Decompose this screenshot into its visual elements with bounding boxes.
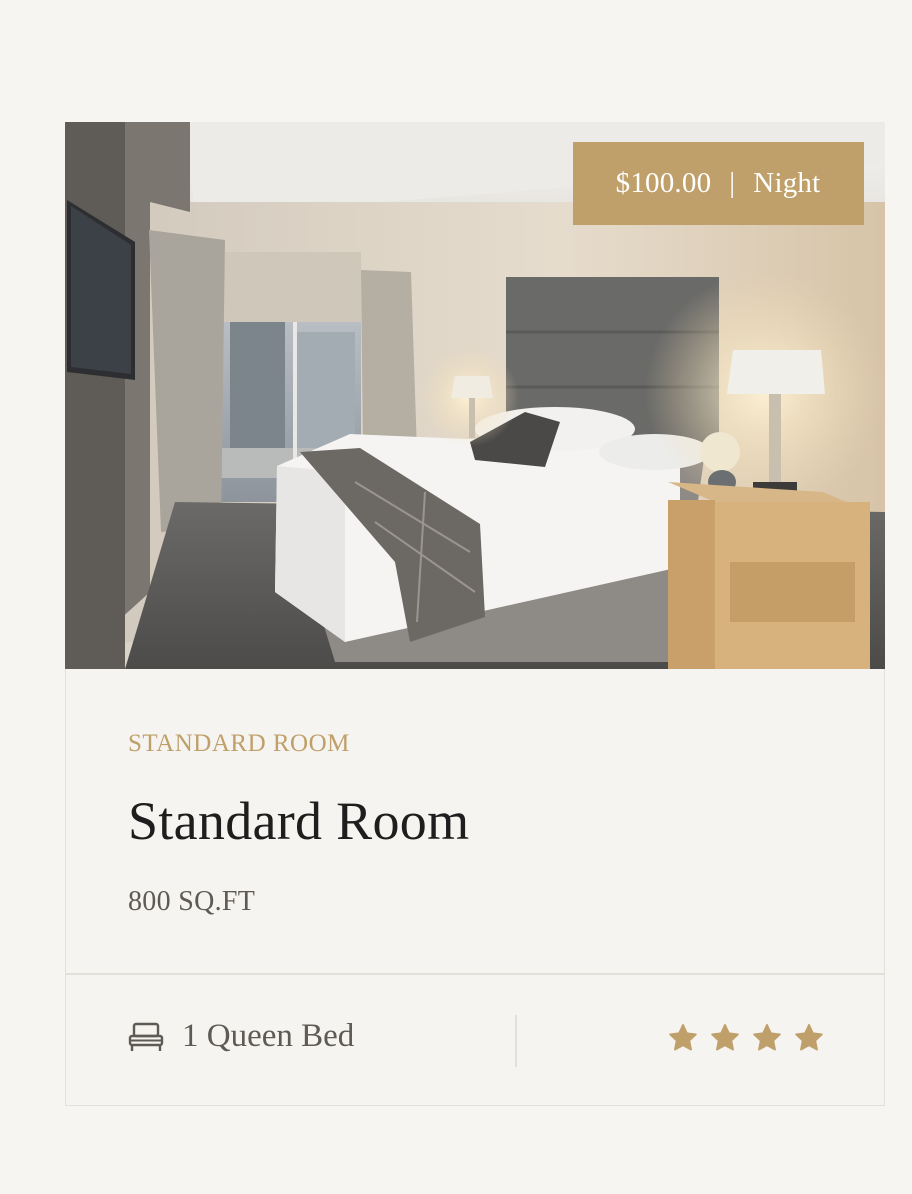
room-card[interactable]: $100.00 | Night STANDARD ROOM Standard R… [64, 121, 885, 1106]
star-rating [668, 1023, 824, 1053]
room-title[interactable]: Standard Room [128, 794, 844, 848]
room-size: 800 SQ.FT [128, 886, 256, 917]
room-category: STANDARD ROOM [128, 730, 350, 757]
bed-icon [128, 1022, 164, 1051]
star-icon [711, 1024, 739, 1051]
price-amount: $100.00 [615, 166, 712, 199]
room-photo[interactable]: $100.00 | Night [64, 121, 885, 669]
price-unit: Night [753, 166, 821, 199]
price-badge: $100.00 | Night [572, 141, 864, 225]
footer-divider [515, 1015, 517, 1067]
star-icon [753, 1024, 781, 1051]
star-icon [795, 1024, 823, 1051]
room-info: STANDARD ROOM Standard Room 800 SQ.FT [128, 731, 844, 916]
bed-info: 1 Queen Bed [128, 1020, 354, 1053]
price-separator: | [729, 166, 736, 199]
star-icon [669, 1024, 697, 1051]
bed-label: 1 Queen Bed [182, 1018, 355, 1054]
room-footer: 1 Queen Bed [66, 975, 884, 1105]
